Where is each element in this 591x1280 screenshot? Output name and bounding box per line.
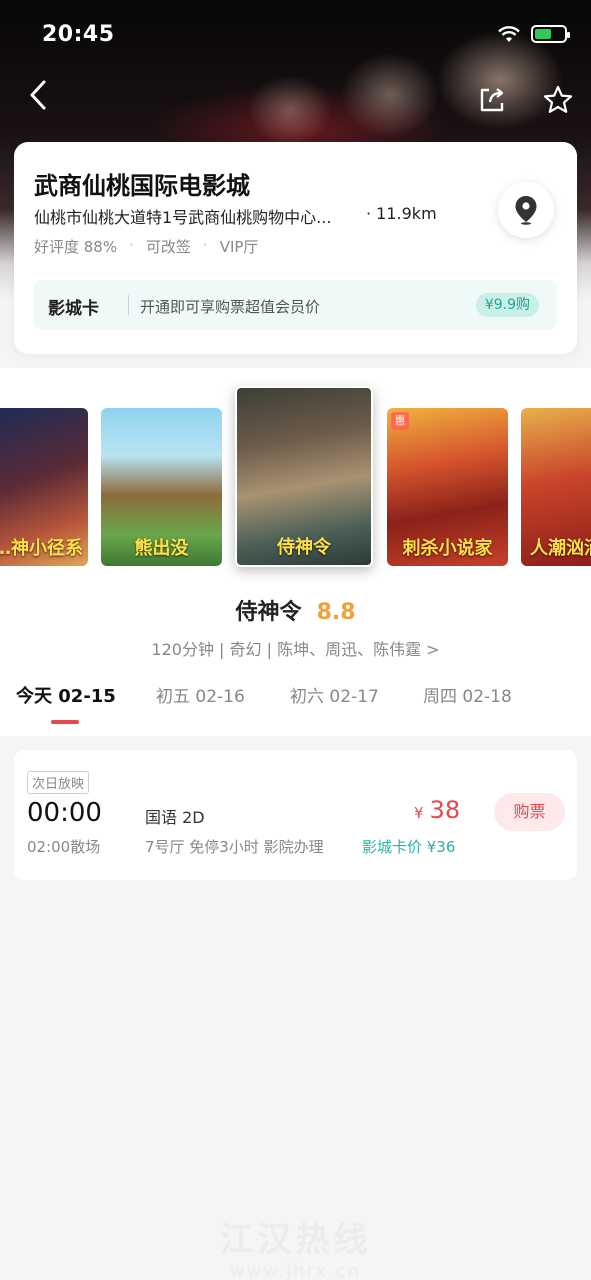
cinema-card-promo[interactable]: 影城卡 开通即可享购票超值会员价 ¥9.9购 <box>34 280 557 330</box>
watermark-url: www.jhrx.cn <box>229 1261 362 1280</box>
tab-day-3[interactable]: 初六 02-17 <box>290 682 379 707</box>
status-time: 20:45 <box>42 22 115 47</box>
movie-poster[interactable]: 人潮汹涌 <box>521 408 591 566</box>
wifi-icon <box>498 26 520 42</box>
poster-title: …神小径系 <box>0 538 83 559</box>
share-icon[interactable] <box>476 84 508 116</box>
back-icon[interactable] <box>24 78 54 112</box>
vip-tag: VIP厅 <box>219 238 259 256</box>
promo-title: 影城卡 <box>48 299 99 319</box>
separator-dot: · <box>129 236 134 254</box>
watermark: 江汉热线 www.jhrx.cn <box>0 1212 591 1280</box>
location-pin-icon <box>515 196 537 225</box>
cinema-distance: · 11.9km <box>366 204 437 223</box>
movie-poster[interactable]: …神小径系 <box>0 408 88 566</box>
movie-title: 侍神令 <box>235 600 302 625</box>
show-start-time: 00:00 <box>27 798 102 828</box>
movie-poster[interactable]: 熊出没 <box>101 408 222 566</box>
status-icons <box>497 24 570 44</box>
poster-title: 刺杀小说家 <box>402 538 493 559</box>
cinema-card: 武商仙桃国际电影城 仙桃市仙桃大道特1号武商仙桃购物中心... · 11.9km… <box>14 142 577 354</box>
discount-badge: 惠 <box>391 412 409 430</box>
card-member-price: 影城卡价 ¥36 <box>362 838 456 856</box>
buy-ticket-button[interactable]: 购票 <box>494 793 565 831</box>
promo-divider <box>128 295 129 315</box>
promo-price-button[interactable]: ¥9.9购 <box>475 293 539 317</box>
cinema-address[interactable]: 仙桃市仙桃大道特1号武商仙桃购物中心... <box>34 204 331 228</box>
tab-day-2[interactable]: 初五 02-16 <box>156 682 245 707</box>
movie-poster[interactable]: 惠 刺杀小说家 <box>387 408 508 566</box>
show-language: 国语 2D <box>145 808 205 827</box>
show-hall: 7号厅 免停3小时 影院办理 <box>145 838 324 856</box>
cinema-name: 武商仙桃国际电影城 <box>34 172 250 200</box>
movie-details-link[interactable]: 120分钟 | 奇幻 | 陈坤、周迅、陈伟霆 > <box>0 636 591 660</box>
tab-today[interactable]: 今天 02-15 <box>16 682 116 708</box>
tab-day-4[interactable]: 周四 02-18 <box>423 682 512 707</box>
poster-title: 人潮汹涌 <box>530 538 591 559</box>
movie-info: 侍神令 8.8 120分钟 | 奇幻 | 陈坤、周迅、陈伟霆 > 今天 02-1… <box>0 586 591 736</box>
promo-desc: 开通即可享购票超值会员价 <box>140 298 321 316</box>
active-tab-indicator <box>51 720 79 724</box>
price-value: 38 <box>429 796 461 824</box>
map-location-button[interactable] <box>498 182 554 238</box>
separator-dot: · <box>202 236 208 254</box>
show-price: ¥38 <box>414 796 460 824</box>
date-tabs: 今天 02-15 初五 02-16 初六 02-17 周四 02-18 <box>0 682 591 722</box>
movie-score: 8.8 <box>316 600 356 625</box>
next-day-badge: 次日放映 <box>27 771 90 794</box>
show-end-time: 02:00散场 <box>27 838 101 856</box>
poster-title: 熊出没 <box>134 538 189 559</box>
watermark-title: 江汉热线 <box>219 1220 372 1260</box>
refund-tag: 可改签 <box>145 238 191 256</box>
rating-tag: 好评度 88% <box>34 238 118 256</box>
poster-title: 侍神令 <box>277 537 331 558</box>
battery-icon <box>531 25 570 43</box>
movie-poster-carousel[interactable]: …神小径系 熊出没 侍神令 惠 刺杀小说家 人潮汹涌 <box>0 368 591 586</box>
star-icon[interactable] <box>542 84 574 116</box>
movie-title-row: 侍神令 8.8 <box>0 594 591 626</box>
movie-poster-selected[interactable]: 侍神令 <box>235 386 373 567</box>
showtime-row[interactable]: 次日放映 00:00 02:00散场 国语 2D 7号厅 免停3小时 影院办理 … <box>14 750 577 880</box>
currency-symbol: ¥ <box>414 804 424 822</box>
cinema-tags: 好评度 88% · 可改签 · VIP厅 <box>34 236 258 257</box>
